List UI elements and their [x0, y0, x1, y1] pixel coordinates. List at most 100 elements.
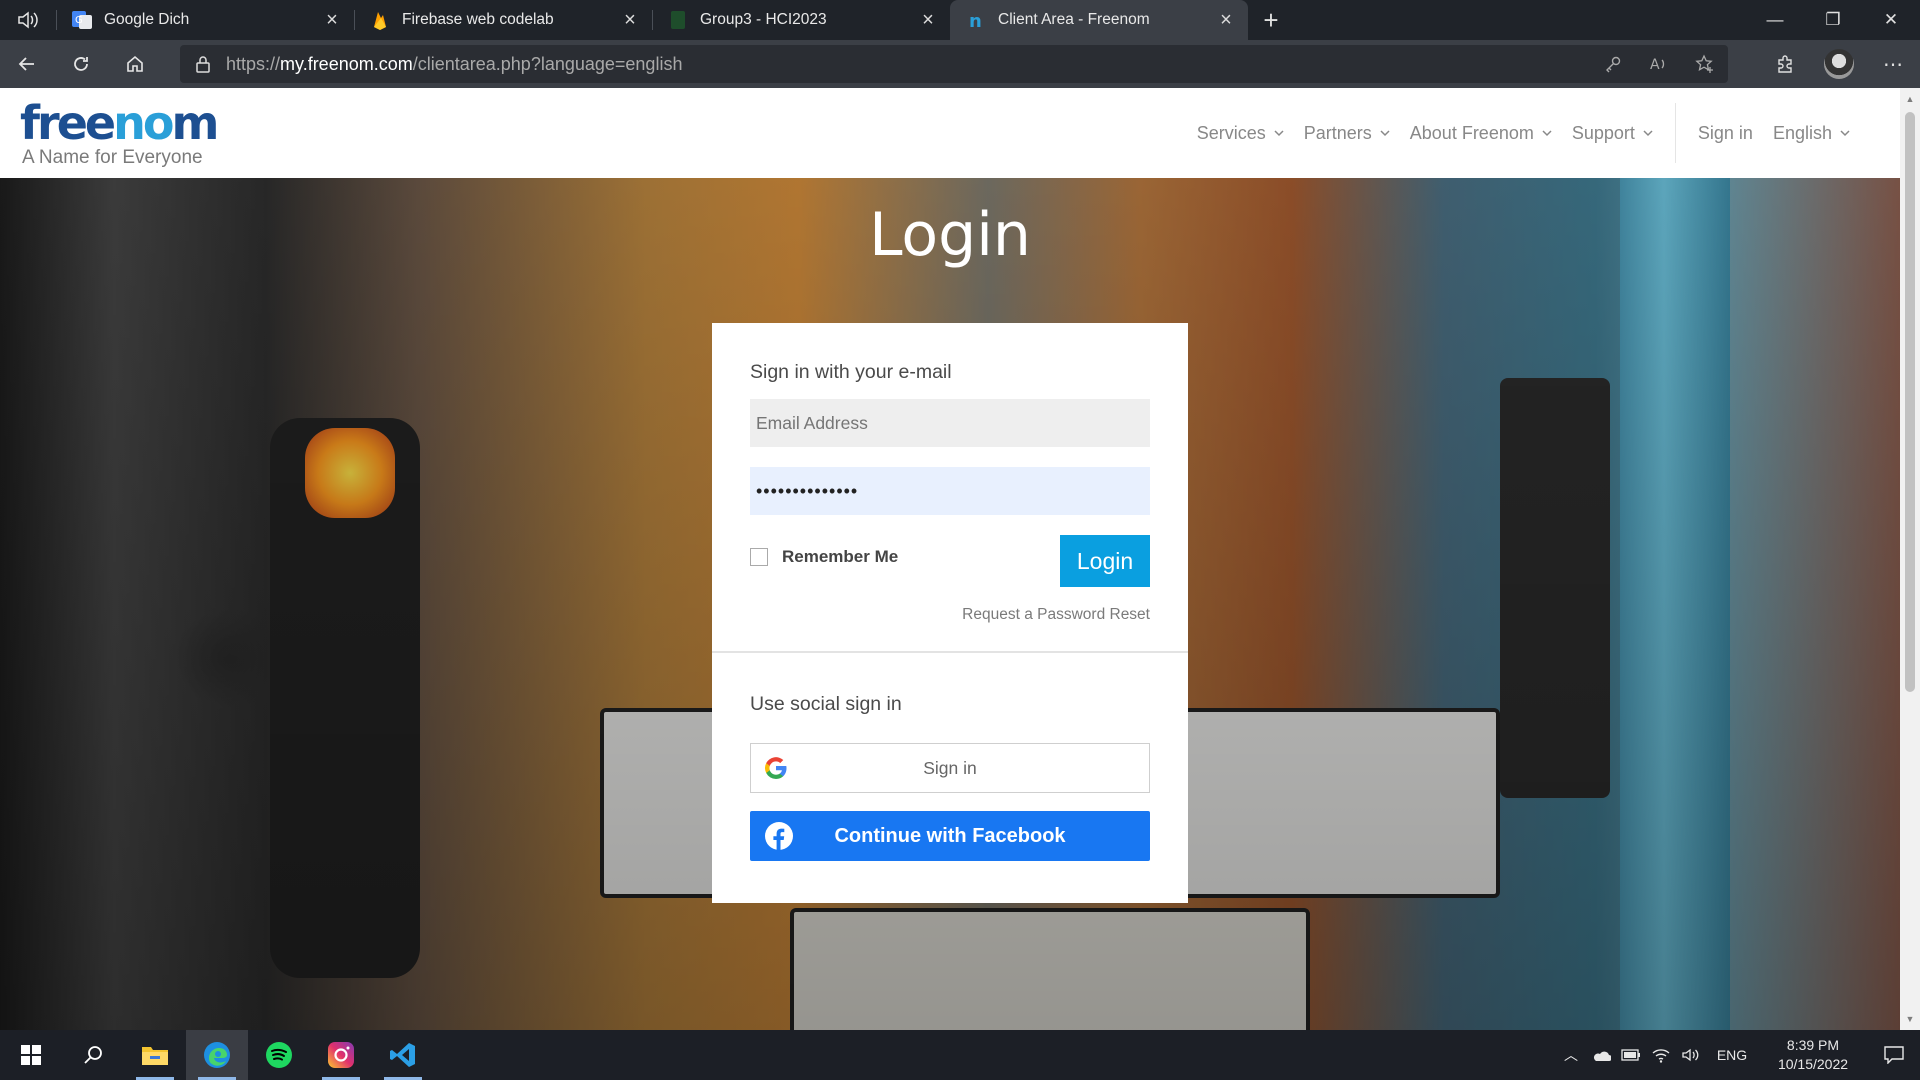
close-icon[interactable]: × — [1216, 9, 1236, 31]
nav-language[interactable]: English — [1763, 123, 1860, 144]
address-bar-actions: A — [1590, 45, 1728, 83]
avatar — [1824, 49, 1854, 79]
more-menu-icon[interactable]: ⋯ — [1866, 40, 1920, 88]
chevron-down-icon — [1380, 130, 1390, 137]
nav-services[interactable]: Services — [1187, 123, 1294, 144]
facebook-signin-label: Continue with Facebook — [834, 824, 1066, 847]
svg-text:A: A — [1650, 57, 1660, 73]
google-icon — [751, 756, 801, 780]
tab-title: Google Dich — [104, 11, 190, 28]
nav-support[interactable]: Support — [1562, 123, 1663, 144]
input-language[interactable]: ENG — [1706, 1047, 1758, 1063]
logo-tagline: A Name for Everyone — [22, 147, 203, 168]
speaker-icon[interactable] — [0, 0, 56, 40]
back-button[interactable] — [0, 40, 54, 88]
window-controls: — ❐ ✕ — [1746, 0, 1920, 40]
system-tray: ︿ ENG 8:39 PM 10/15/2022 — [1556, 1030, 1920, 1080]
google-translate-icon: G — [72, 10, 92, 30]
start-icon[interactable] — [0, 1030, 62, 1080]
facebook-icon — [750, 821, 808, 851]
key-icon[interactable] — [1590, 45, 1636, 83]
file-explorer-icon[interactable] — [124, 1030, 186, 1080]
windows-taskbar: ︿ ENG 8:39 PM 10/15/2022 — [0, 1030, 1920, 1080]
tab-title: Client Area - Freenom — [998, 11, 1150, 28]
wifi-icon[interactable] — [1646, 1047, 1676, 1063]
nav-sign-in[interactable]: Sign in — [1688, 123, 1763, 144]
nav-about-freenom[interactable]: About Freenom — [1400, 123, 1562, 144]
scroll-thumb[interactable] — [1905, 112, 1915, 692]
volume-icon[interactable] — [1676, 1047, 1706, 1063]
email-login-section: Sign in with your e-mail •••••••••••••• … — [712, 323, 1188, 653]
facebook-signin-button[interactable]: Continue with Facebook — [750, 811, 1150, 861]
email-field[interactable] — [750, 399, 1150, 447]
firebase-icon — [370, 10, 390, 30]
social-signin-heading: Use social sign in — [750, 693, 902, 715]
page-title: Login — [869, 200, 1031, 270]
read-aloud-icon[interactable]: A — [1636, 45, 1682, 83]
close-icon[interactable]: × — [918, 9, 938, 31]
logo-wordmark: freenom — [20, 96, 219, 150]
login-button[interactable]: Login — [1060, 535, 1150, 587]
chevron-down-icon — [1542, 130, 1552, 137]
site-header: freenom A Name for Everyone Services Par… — [0, 88, 1900, 178]
browser-toolbar: https://my.freenom.com/clientarea.php?la… — [0, 40, 1920, 88]
chevron-down-icon — [1840, 130, 1850, 137]
lock-icon[interactable] — [180, 55, 226, 73]
freenom-logo[interactable]: freenom A Name for Everyone — [20, 96, 219, 169]
google-signin-button[interactable]: Sign in — [750, 743, 1150, 793]
url-text[interactable]: https://my.freenom.com/clientarea.php?la… — [226, 54, 682, 75]
clock-time: 8:39 PM — [1786, 1037, 1840, 1053]
url-prefix: https:// — [226, 53, 281, 74]
page-scrollbar[interactable]: ▲ ▼ — [1900, 88, 1920, 1030]
remember-me-label[interactable]: Remember Me — [782, 547, 898, 567]
extensions-icon[interactable] — [1758, 40, 1812, 88]
minimize-icon[interactable]: — — [1746, 0, 1804, 40]
tab-firebase[interactable]: Firebase web codelab × — [354, 0, 652, 40]
password-reset-link[interactable]: Request a Password Reset — [962, 606, 1150, 624]
new-tab-button[interactable]: + — [1248, 0, 1294, 40]
browser-tab-strip: G Google Dich × Firebase web codelab × G… — [0, 0, 1920, 40]
close-icon[interactable]: × — [322, 9, 342, 31]
login-card: Sign in with your e-mail •••••••••••••• … — [712, 323, 1188, 903]
toolbar-right: ⋯ — [1758, 40, 1920, 88]
address-bar[interactable]: https://my.freenom.com/clientarea.php?la… — [180, 45, 1728, 83]
spotify-icon[interactable] — [248, 1030, 310, 1080]
scroll-down-arrow-icon[interactable]: ▼ — [1900, 1010, 1920, 1028]
notification-icon[interactable] — [1868, 1046, 1920, 1064]
svg-text:G: G — [75, 15, 83, 26]
instagram-icon[interactable] — [310, 1030, 372, 1080]
url-path: /clientarea.php?language=english — [412, 53, 683, 74]
home-button[interactable] — [108, 40, 162, 88]
sheets-icon — [668, 10, 688, 30]
password-field[interactable]: •••••••••••••• — [750, 467, 1150, 515]
refresh-button[interactable] — [54, 40, 108, 88]
nav-partners[interactable]: Partners — [1294, 123, 1400, 144]
close-window-icon[interactable]: ✕ — [1862, 0, 1920, 40]
tab-client-area[interactable]: n Client Area - Freenom × — [950, 0, 1248, 40]
close-icon[interactable]: × — [620, 9, 640, 31]
edge-icon[interactable] — [186, 1030, 248, 1080]
clock-date: 10/15/2022 — [1777, 1056, 1849, 1072]
tab-title: Group3 - HCI2023 — [700, 11, 827, 28]
tab-group3[interactable]: Group3 - HCI2023 × — [652, 0, 950, 40]
chevron-down-icon — [1643, 130, 1653, 137]
chevron-up-icon[interactable]: ︿ — [1556, 1045, 1586, 1065]
scroll-up-arrow-icon[interactable]: ▲ — [1900, 90, 1920, 108]
svg-text:n: n — [969, 11, 982, 29]
system-clock[interactable]: 8:39 PM 10/15/2022 — [1758, 1036, 1868, 1074]
chevron-down-icon — [1274, 130, 1284, 137]
tab-google-dich[interactable]: G Google Dich × — [56, 0, 354, 40]
google-signin-label: Sign in — [923, 757, 977, 778]
remember-me[interactable]: Remember Me — [750, 547, 898, 567]
main-nav: Services Partners About Freenom Support … — [1187, 88, 1860, 178]
onedrive-icon[interactable] — [1586, 1048, 1616, 1062]
add-favorite-icon[interactable] — [1682, 45, 1728, 83]
search-icon[interactable] — [62, 1030, 124, 1080]
vscode-icon[interactable] — [372, 1030, 434, 1080]
profile-avatar[interactable] — [1812, 40, 1866, 88]
nav-divider — [1674, 103, 1676, 163]
battery-icon[interactable] — [1616, 1049, 1646, 1061]
remember-me-checkbox[interactable] — [750, 548, 768, 566]
restore-icon[interactable]: ❐ — [1804, 0, 1862, 40]
freenom-icon: n — [966, 10, 986, 30]
